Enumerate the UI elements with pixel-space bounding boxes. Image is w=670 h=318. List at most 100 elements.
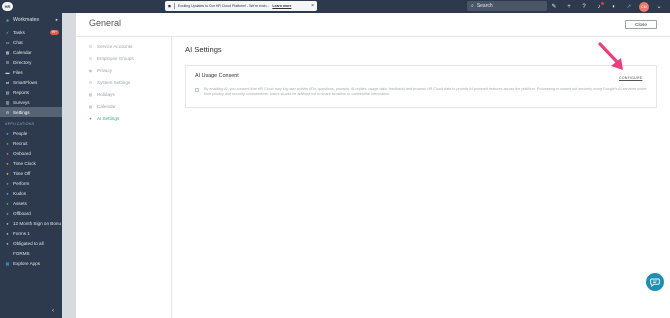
sidebar-app-time-clock[interactable]: ● Time Clock [0,158,62,168]
directory-icon: ☰ [5,59,10,65]
gear-icon: ⚙ [5,109,10,115]
sidebar-app-label: Time Clock [13,160,36,166]
sidebar-app-label: Explore Apps [13,260,41,266]
sidebar-item-tasks[interactable]: ✓ Tasks 99+ [0,27,62,37]
sidebar-app-label: Time Off [13,170,31,176]
flow-icon: ⇄ [5,79,10,85]
annotation-arrow-icon [598,42,623,70]
grid-icon: ▦ [5,260,10,266]
chevron-down-icon[interactable]: ⌄ [654,2,664,12]
sidebar-item-smartflows[interactable]: ⇄ SmartFlows [0,77,62,87]
sidebar-app-label: People [13,130,28,136]
subnav-item-label: AI Settings [97,115,120,121]
sidebar-app-recruit[interactable]: ● Recruit [0,138,62,148]
configure-link[interactable]: CONFIGURE [619,76,642,80]
subnav-item-label: Calendar [97,103,116,109]
search-placeholder: Search [476,3,493,9]
sidebar-item-chat[interactable]: ▭ Chat [0,37,62,47]
subnav-item-label: Holidays [97,91,115,97]
workmates-label: Workmates [13,17,40,23]
announcement-banner[interactable]: ◼ Exciting Updates to Our HR Cloud Platf… [165,1,317,11]
subnav-item-holidays[interactable]: ▦ Holidays [76,88,171,100]
sidebar-item-label: Settings [13,109,30,115]
close-button[interactable]: Close [625,20,657,29]
settings-subnav: ☰ Service Accounts ☰ Employee Groups ◉ Privac… [76,40,171,124]
clock-icon: ● [6,160,9,166]
sidebar-item-surveys[interactable]: ▥ Surveys [0,97,62,107]
subnav-item-service-accounts[interactable]: ☰ Service Accounts [76,40,171,52]
ai-usage-consent-card: AI Usage Consent CONFIGURE By enabling A… [185,65,657,108]
sidebar-item-directory[interactable]: ☰ Directory [0,57,62,67]
learn-more-link[interactable]: Learn more [272,4,291,8]
sidebar-app-12-month-sign-on-bonu[interactable]: ● 12 Month Sign on Bonu [0,218,62,228]
bell-icon[interactable]: ♪ [594,1,604,12]
sidebar-app-offboard[interactable]: ● Offboard [0,208,62,218]
pencil-icon[interactable]: ✎ [549,2,559,12]
sidebar-app-forms-1[interactable]: ● Forms 1 [0,228,62,238]
ai-icon: ✦ [88,115,93,121]
sidebar-item-label: Surveys [13,99,30,105]
sidebar-app-explore-apps[interactable]: ▦ Explore Apps [0,258,62,268]
subnav-item-label: Privacy [97,67,113,73]
workmates-icon: ✱ [5,17,10,23]
collapse-icon[interactable]: ‹ [52,308,54,314]
sidebar-item-files[interactable]: ▬ Files [0,67,62,77]
sidebar-item-calendar[interactable]: ▦ Calendar [0,47,62,57]
sidebar-item-label: Directory [13,59,32,65]
rocket-icon[interactable]: ➚ [624,2,634,12]
top-icon-group: ✎ + ? ♪ ◐ ➚ CM ⌄ [549,0,664,13]
consent-checkbox[interactable] [195,88,199,92]
tasks-count-badge: 99+ [49,29,59,35]
sidebar-app-time-off[interactable]: ● Time Off [0,168,62,178]
sidebar-app-label: Obligated to all [13,240,44,246]
chat-bubble-icon [650,278,660,287]
subnav-item-privacy[interactable]: ◉ Privacy [76,64,171,76]
sidebar-app-people[interactable]: ● People [0,128,62,138]
system-settings-icon: ⚙ [88,79,93,85]
perform-icon: ● [6,180,9,186]
sidebar-item-settings[interactable]: ⚙ Settings [0,107,62,117]
hr-cloud-logo[interactable]: HR [2,2,13,11]
subnav-item-label: Service Accounts [97,43,133,49]
subnav-item-calendar[interactable]: ▦ Calendar [76,100,171,112]
top-bar: HR ◼ Exciting Updates to Our HR Cloud Pl… [0,0,670,13]
help-icon[interactable]: ? [579,2,589,12]
sidebar-app-perform[interactable]: ● Perform [0,178,62,188]
sidebar-app-forms[interactable]: ■ FORMS [0,248,62,258]
privacy-icon: ◉ [88,67,93,73]
offboard-icon: ● [6,210,9,216]
settings-panel: General Close ☰ Service Accounts ☰ Employee… [76,13,670,318]
sidebar-app-onboard[interactable]: ● Onboard [0,148,62,158]
sidebar-app-label: Onboard [13,150,31,156]
assets-icon: ● [6,200,9,206]
subnav-item-employee-groups[interactable]: ☰ Employee Groups [76,52,171,64]
user-icon: ● [6,240,9,246]
onboard-icon: ● [6,150,9,156]
chat-support-button[interactable] [646,273,664,291]
sidebar-app-assets[interactable]: ● Assets [0,198,62,208]
time-off-icon: ● [6,170,9,176]
sidebar-item-reports[interactable]: ▤ Reports [0,87,62,97]
sidebar-app-kudos[interactable]: ● Kudos [0,188,62,198]
announcement-text: Exciting Updates to Our HR Cloud Platfor… [177,4,270,8]
workmates-header[interactable]: ✱ Workmates ▸ [0,13,62,27]
user-icon: ● [6,220,9,226]
calendar-icon: ▦ [5,49,10,55]
form-icon: ■ [6,250,9,256]
content-title: AI Settings [185,45,222,54]
chevron-right-icon: ▸ [55,17,58,22]
search-input[interactable]: ⌕ Search [467,1,547,11]
subnav-item-system-settings[interactable]: ⚙ System Settings [76,76,171,88]
employee-groups-icon: ☰ [88,55,93,61]
sidebar-app-label: Offboard [13,210,31,216]
subnav-item-ai-settings[interactable]: ✦ AI Settings [76,112,171,124]
moon-icon[interactable]: ◐ [609,2,619,12]
close-icon[interactable]: × [311,3,314,9]
sidebar-app-obligated-to-all[interactable]: ● Obligated to all [0,238,62,248]
sidebar-item-label: Calendar [13,49,32,55]
plus-icon[interactable]: + [564,2,574,12]
sidebar-gutter [62,13,76,318]
people-icon: ● [6,130,9,136]
avatar[interactable]: CM [639,1,649,12]
divider [171,36,172,318]
